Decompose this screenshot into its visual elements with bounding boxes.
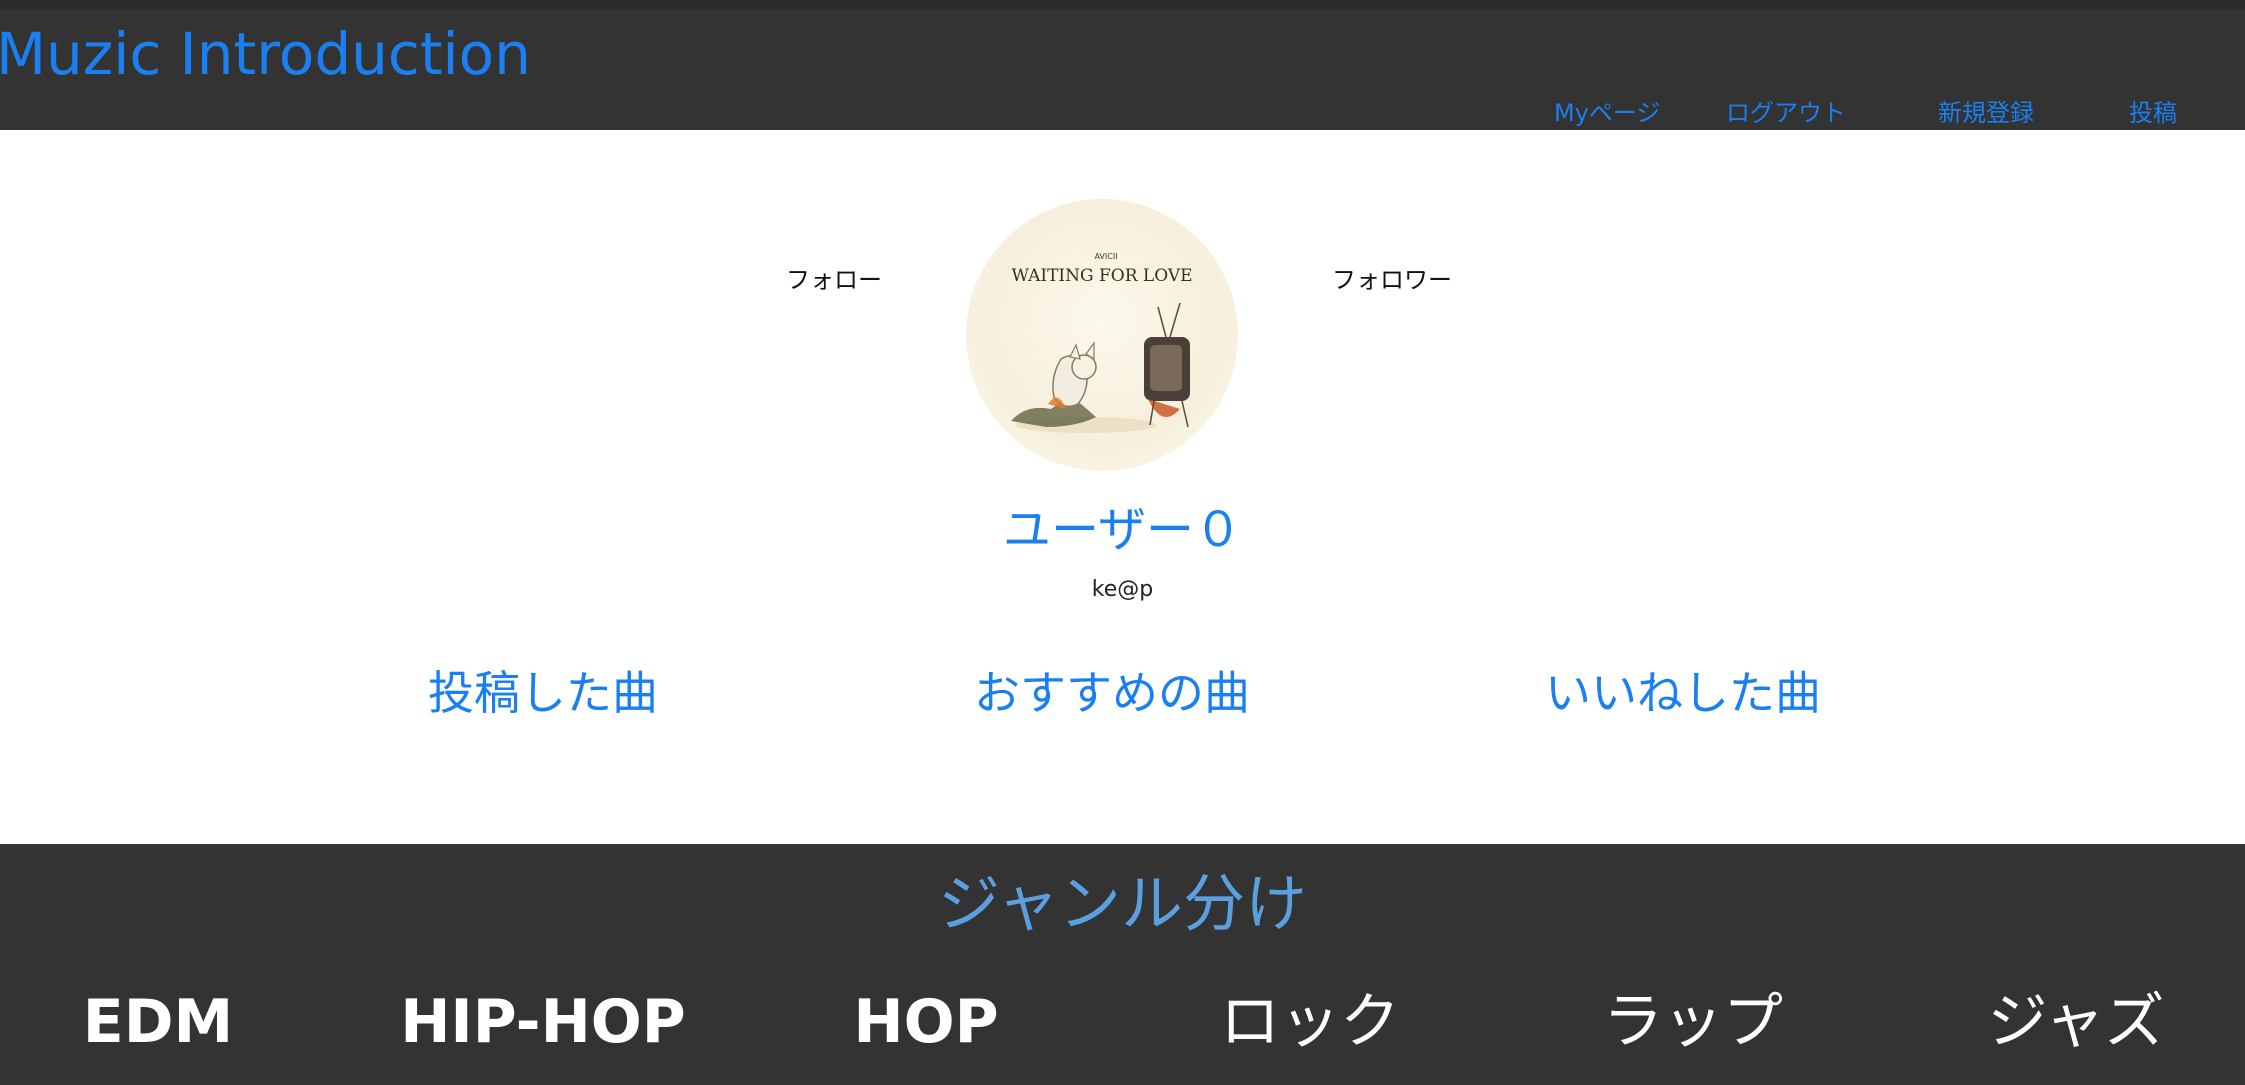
nav-signup[interactable]: 新規登録 [1938,98,2034,128]
user-email: ke@p [1091,577,1154,602]
avatar-title-text: WAITING FOR LOVE [1011,266,1192,286]
genre-hip-hop[interactable]: HIP-HOP [393,982,693,1062]
avatar: AVICII WAITING FOR LOVE [966,199,1238,471]
tab-posted-songs[interactable]: 投稿した曲 [428,663,658,723]
nav-post[interactable]: 投稿 [2129,98,2177,128]
site-header: Muzic Introduction Myページ ログアウト 新規登録 投稿 [0,10,2245,130]
follower-label[interactable]: フォロワー [1332,265,1452,295]
nav-mypage[interactable]: Myページ [1554,98,1660,128]
username: ユーザー０ [1002,502,1243,558]
avatar-artist-text: AVICII [1094,252,1117,261]
brand-link[interactable]: Muzic Introduction [0,14,531,94]
tab-liked-songs[interactable]: いいねした曲 [1545,663,1821,723]
top-strip [0,0,2245,10]
follow-label[interactable]: フォロー [786,265,882,295]
genre-edm[interactable]: EDM [8,982,308,1062]
genre-rock[interactable]: ロック [1160,982,1460,1062]
genre-section: ジャンル分け EDM HIP-HOP HOP ロック ラップ ジャズ [0,844,2245,1085]
genre-title: ジャンル分け [938,867,1307,940]
tab-recommended-songs[interactable]: おすすめの曲 [974,663,1250,723]
genre-rap[interactable]: ラップ [1543,982,1843,1062]
profile-main: フォロー AVICII WAITING FOR LOVE フォロワー ユーザー０… [0,130,2245,844]
genre-hop[interactable]: HOP [776,982,1076,1062]
genre-jazz[interactable]: ジャズ [1926,982,2226,1062]
avatar-artwork: AVICII WAITING FOR LOVE [1011,252,1193,433]
nav-logout[interactable]: ログアウト [1726,98,1846,128]
